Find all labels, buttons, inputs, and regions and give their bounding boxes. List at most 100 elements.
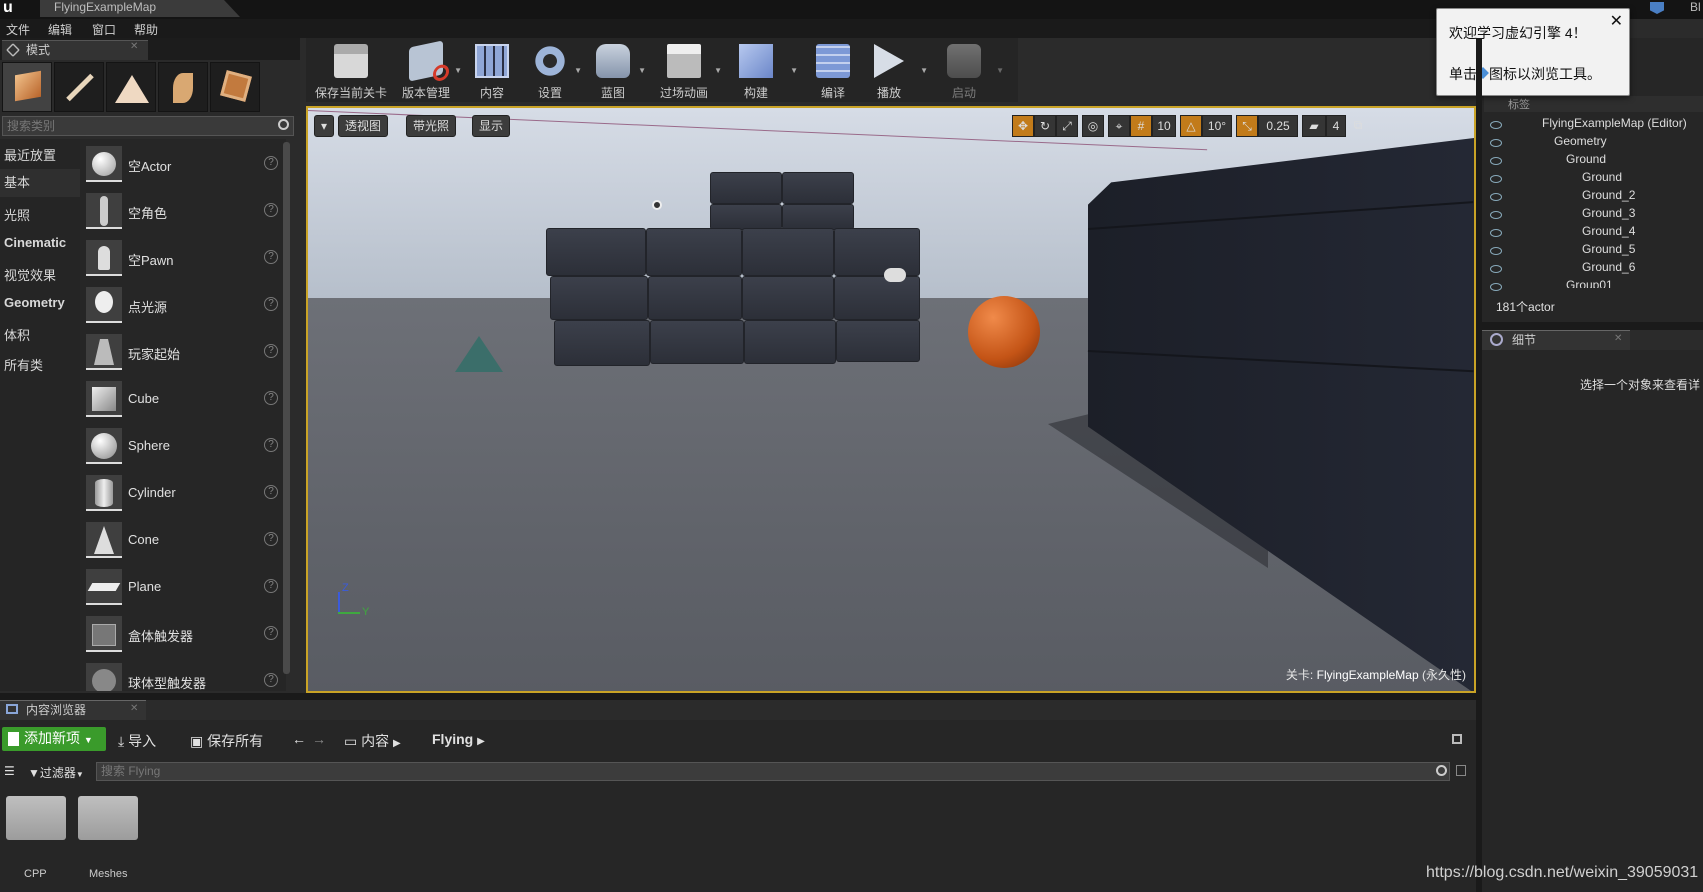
level-viewport[interactable]: ▾ 透视图 带光照 显示 ✥ ↻ ⤢ ◎ ⌖ # 10 △ 10° ⤡ 0.25… (306, 106, 1476, 693)
camera-speed-icon[interactable]: ▰ (1302, 115, 1326, 137)
lock-icon[interactable] (1452, 734, 1462, 744)
paint-mode-button[interactable] (54, 62, 104, 112)
outliner-item-ground-4[interactable]: Ground_4 (1582, 224, 1635, 242)
help-icon[interactable]: ? (264, 532, 278, 546)
sources-toggle-icon[interactable]: ☰ (4, 764, 15, 778)
wall-brick[interactable] (550, 276, 648, 320)
list-item[interactable]: 空角色? (84, 189, 280, 233)
wall-brick[interactable] (546, 228, 646, 276)
dropdown-arrow-icon[interactable]: ▼ (790, 66, 798, 75)
dropdown-arrow-icon[interactable]: ▼ (454, 66, 462, 75)
light-source-icon[interactable] (652, 200, 662, 210)
menu-help[interactable]: 帮助 (134, 21, 158, 38)
category-volumes[interactable]: 体积 (4, 325, 30, 344)
help-icon[interactable]: ? (264, 438, 278, 452)
outliner-folder-group01[interactable]: Group01 (1566, 278, 1613, 288)
wall-brick[interactable] (710, 204, 782, 230)
map-tab[interactable]: FlyingExampleMap (40, 0, 240, 17)
list-item[interactable]: 玩家起始? (84, 330, 280, 374)
play-button[interactable]: 播放 ▼ (864, 40, 928, 100)
cinematics-button[interactable]: 过场动画 ▼ (650, 40, 722, 100)
visibility-eye-icon[interactable] (1490, 283, 1502, 291)
translate-tool-icon[interactable]: ✥ (1012, 115, 1034, 137)
class-search-input[interactable]: 搜索类别 (2, 116, 294, 136)
breadcrumb-current[interactable]: Flying ▶ (432, 731, 485, 747)
close-icon[interactable]: ✕ (1610, 11, 1623, 31)
help-icon[interactable]: ? (264, 156, 278, 170)
camera-speed-value[interactable]: 4 (1326, 115, 1346, 137)
viewport-options-button[interactable]: ▾ (314, 115, 334, 137)
asset-search-input[interactable]: 搜索 Flying (96, 762, 1450, 781)
wall-brick[interactable] (648, 276, 742, 320)
dropdown-arrow-icon[interactable]: ▼ (714, 66, 722, 75)
dropdown-arrow-icon[interactable]: ▼ (920, 66, 928, 75)
outliner-item-ground-6[interactable]: Ground_6 (1582, 260, 1635, 278)
category-all-classes[interactable]: 所有类 (4, 355, 43, 374)
player-start-cone[interactable] (455, 336, 503, 372)
list-item[interactable]: 球体型触发器? (84, 659, 280, 691)
list-item[interactable]: Cone? (84, 518, 280, 562)
lit-button[interactable]: 带光照 (406, 115, 457, 137)
help-icon[interactable]: ? (264, 579, 278, 593)
geometry-edit-mode-button[interactable] (210, 62, 260, 112)
list-item[interactable]: 空Actor? (84, 142, 280, 186)
category-recent[interactable]: 最近放置 (4, 145, 56, 164)
cloud-sprite-icon[interactable] (884, 268, 906, 282)
landscape-mode-button[interactable] (106, 62, 156, 112)
grid-snap-value[interactable]: 10 (1152, 115, 1176, 137)
menu-window[interactable]: 窗口 (92, 21, 116, 38)
list-item[interactable]: 空Pawn? (84, 236, 280, 280)
help-icon[interactable]: ? (264, 203, 278, 217)
surface-snap-icon[interactable]: ⌖ (1108, 115, 1130, 137)
maximize-viewport-icon[interactable]: ⧉ (1350, 115, 1366, 137)
list-item[interactable]: Cube? (84, 377, 280, 421)
grid-snap-icon[interactable]: # (1130, 115, 1152, 137)
forward-button[interactable]: → (312, 731, 326, 747)
filters-button[interactable]: ▼过滤器▼ (28, 764, 84, 781)
launch-button[interactable]: 启动 ▼ (936, 40, 1004, 100)
list-item[interactable]: Sphere? (84, 424, 280, 468)
blueprints-button[interactable]: 蓝图 ▼ (584, 40, 646, 100)
tab-modes[interactable]: 模式 (2, 40, 148, 60)
wall-brick[interactable] (554, 320, 650, 366)
outliner-folder-geometry[interactable]: Geometry (1554, 134, 1607, 152)
visibility-eye-icon[interactable] (1490, 175, 1502, 183)
rotation-snap-icon[interactable]: △ (1180, 115, 1202, 137)
item-list-scrollbar[interactable] (283, 142, 290, 674)
outliner-folder-ground[interactable]: Ground (1566, 152, 1606, 170)
wall-brick[interactable] (742, 276, 834, 320)
wall-brick[interactable] (834, 228, 920, 276)
build-button[interactable]: 构建 ▼ (730, 40, 798, 100)
place-mode-button[interactable] (2, 62, 52, 112)
menu-file[interactable]: 文件 (6, 21, 30, 38)
dropdown-arrow-icon[interactable]: ▼ (574, 66, 582, 75)
list-item[interactable]: 盒体触发器? (84, 612, 280, 656)
wall-brick[interactable] (836, 320, 920, 362)
search-icon[interactable] (1436, 765, 1447, 776)
category-geometry[interactable]: Geometry (4, 295, 65, 310)
details-close-icon[interactable]: ✕ (1614, 333, 1622, 344)
scale-tool-icon[interactable]: ⤢ (1056, 115, 1078, 137)
category-visual-effects[interactable]: 视觉效果 (4, 265, 56, 284)
wall-brick[interactable] (646, 228, 742, 276)
outliner-item-map[interactable]: FlyingExampleMap (Editor) (1542, 116, 1687, 134)
category-basic[interactable]: 基本 (0, 169, 80, 197)
tab-content-browser[interactable]: 内容浏览器 (0, 700, 146, 720)
close-icon[interactable]: ✕ (130, 41, 138, 52)
foliage-mode-button[interactable] (158, 62, 208, 112)
rotation-snap-value[interactable]: 10° (1202, 115, 1232, 137)
import-button[interactable]: ⤓ 导入 (118, 731, 156, 751)
breadcrumb-root[interactable]: ▭ 内容 ▶ (344, 731, 401, 751)
show-button[interactable]: 显示 (472, 115, 511, 137)
wall-brick[interactable] (650, 320, 744, 364)
list-item[interactable]: 点光源? (84, 283, 280, 327)
orange-sphere[interactable] (968, 296, 1040, 368)
category-cinematic[interactable]: Cinematic (4, 235, 66, 250)
wall-brick[interactable] (782, 204, 854, 230)
close-icon[interactable]: ✕ (130, 703, 138, 714)
save-all-button[interactable]: ▣ 保存所有 (190, 731, 263, 751)
visibility-eye-icon[interactable] (1490, 211, 1502, 219)
visibility-eye-icon[interactable] (1490, 121, 1502, 129)
outliner-item-ground-3[interactable]: Ground_3 (1582, 206, 1635, 224)
content-button[interactable]: 内容 (462, 40, 522, 100)
